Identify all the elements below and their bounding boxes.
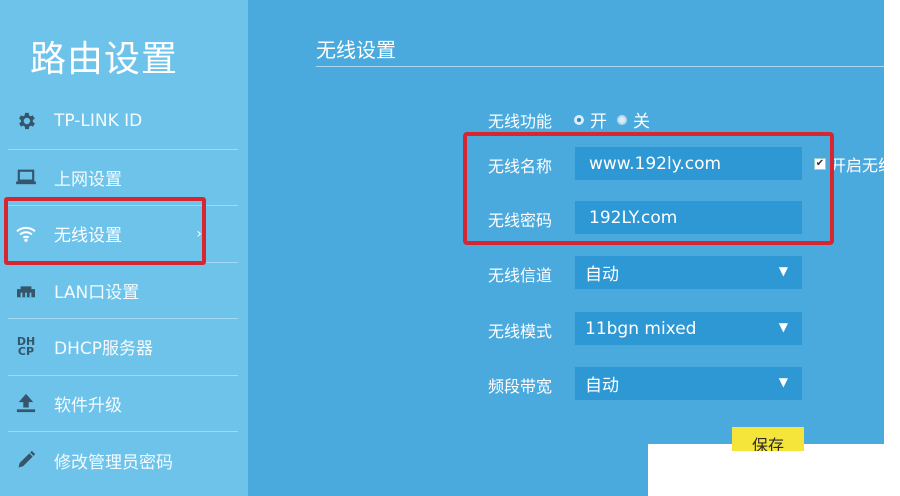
dropdown-arrow-icon: ▼ bbox=[778, 375, 788, 389]
dropdown-arrow-icon: ▼ bbox=[778, 264, 788, 278]
lan-icon bbox=[14, 278, 38, 302]
wireless-off-radio[interactable]: 关 bbox=[617, 107, 650, 132]
dhcp-icon: DH CP bbox=[16, 334, 36, 358]
ssid-input[interactable]: www.192ly.com bbox=[575, 147, 802, 180]
bandwidth-select[interactable]: 自动 ▼ bbox=[575, 367, 802, 400]
radio-label: 开 bbox=[590, 112, 607, 132]
checkmark-icon: ✔ bbox=[814, 158, 826, 170]
channel-label: 无线信道 bbox=[488, 266, 553, 285]
chevron-right-icon: › bbox=[196, 226, 202, 242]
wifi-icon bbox=[14, 222, 38, 246]
sidebar: 路由设置 TP-LINK ID 上网设置 无线设置 › LAN口设置 DH CP… bbox=[0, 0, 248, 496]
bottom-white-area bbox=[648, 444, 900, 496]
radio-label: 关 bbox=[633, 112, 650, 132]
channel-select[interactable]: 自动 ▼ bbox=[575, 256, 802, 289]
channel-value: 自动 bbox=[585, 265, 619, 285]
right-edge-strip bbox=[884, 0, 900, 496]
gear-icon bbox=[14, 109, 38, 133]
sidebar-item-label: 无线设置 bbox=[54, 226, 122, 247]
wireless-on-radio[interactable]: 开 bbox=[574, 107, 607, 132]
sidebar-item-wireless[interactable]: 无线设置 › bbox=[8, 206, 238, 263]
bandwidth-value: 自动 bbox=[585, 376, 619, 396]
mode-label: 无线模式 bbox=[488, 322, 553, 341]
sidebar-item-label: 修改管理员密码 bbox=[54, 452, 173, 473]
sidebar-item-admin-password[interactable]: 修改管理员密码 bbox=[8, 432, 238, 489]
ssid-broadcast-checkbox[interactable]: ✔ 开启无线 bbox=[814, 152, 894, 176]
password-input[interactable]: 192LY.com bbox=[575, 201, 802, 234]
sidebar-item-internet[interactable]: 上网设置 bbox=[8, 150, 238, 206]
pencil-icon bbox=[14, 448, 38, 472]
ssid-label: 无线名称 bbox=[488, 157, 553, 176]
bandwidth-label: 频段带宽 bbox=[488, 377, 553, 396]
sidebar-item-label: DHCP服务器 bbox=[54, 339, 153, 360]
sidebar-item-label: 软件升级 bbox=[54, 395, 122, 416]
laptop-icon bbox=[14, 165, 38, 189]
sidebar-item-label: TP-LINK ID bbox=[54, 110, 143, 131]
wireless-function-radio-group: 开 关 bbox=[574, 107, 660, 132]
sidebar-title: 路由设置 bbox=[30, 39, 179, 80]
radio-dot-icon bbox=[617, 114, 627, 125]
password-label: 无线密码 bbox=[488, 211, 553, 230]
sidebar-item-lan[interactable]: LAN口设置 bbox=[8, 263, 238, 319]
dropdown-arrow-icon: ▼ bbox=[778, 320, 788, 334]
title-divider bbox=[316, 66, 900, 67]
sidebar-item-dhcp[interactable]: DH CP DHCP服务器 bbox=[8, 319, 238, 376]
sidebar-item-label: LAN口设置 bbox=[54, 282, 140, 303]
save-button[interactable]: 保存 bbox=[732, 427, 804, 451]
sidebar-item-label: 上网设置 bbox=[54, 169, 122, 190]
mode-value: 11bgn mixed bbox=[585, 318, 697, 339]
sidebar-nav: TP-LINK ID 上网设置 无线设置 › LAN口设置 DH CP DHCP… bbox=[0, 93, 238, 489]
mode-select[interactable]: 11bgn mixed ▼ bbox=[575, 312, 802, 345]
sidebar-item-tplink-id[interactable]: TP-LINK ID bbox=[8, 93, 238, 150]
page-title: 无线设置 bbox=[316, 38, 396, 62]
radio-dot-icon bbox=[574, 114, 584, 125]
upload-icon bbox=[14, 391, 38, 415]
main-panel: 无线设置 无线功能 开 关 无线名称 www.192ly.com ✔ 开启无线 … bbox=[248, 0, 900, 496]
wireless-function-label: 无线功能 bbox=[488, 112, 553, 131]
sidebar-item-upgrade[interactable]: 软件升级 bbox=[8, 376, 238, 432]
